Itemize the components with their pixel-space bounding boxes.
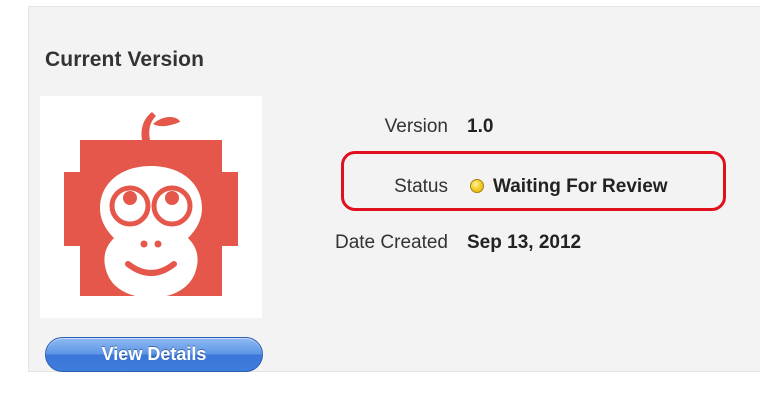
view-details-button[interactable]: View Details (45, 337, 263, 372)
section-title: Current Version (45, 48, 205, 71)
date-created-label: Date Created (334, 232, 448, 253)
version-value: 1.0 (467, 116, 494, 137)
status-highlight-outline (341, 151, 726, 211)
version-label: Version (384, 116, 448, 137)
date-created-value: Sep 13, 2012 (467, 232, 582, 253)
